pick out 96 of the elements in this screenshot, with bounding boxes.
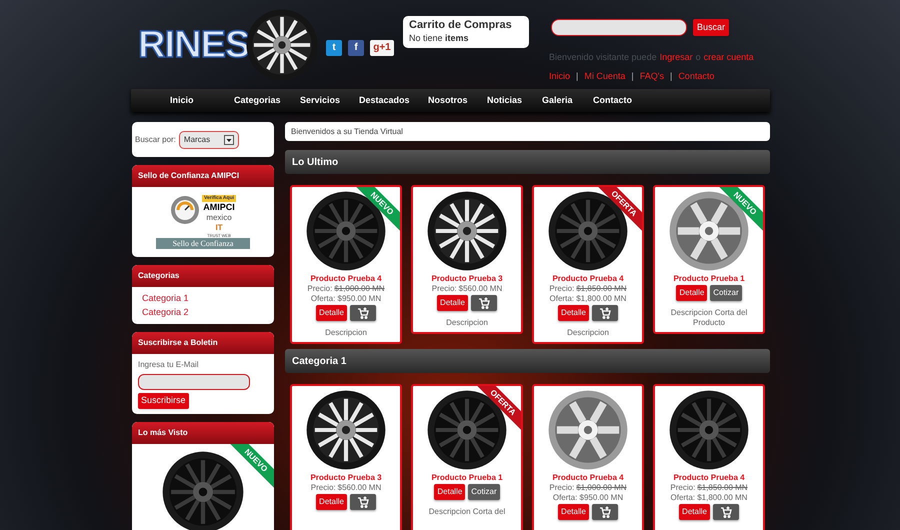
gauge-icon (170, 195, 200, 225)
email-field[interactable] (138, 374, 250, 390)
product-description: Descripcion (566, 328, 610, 338)
detail-button[interactable]: Detalle (434, 484, 466, 500)
add-to-cart-button[interactable] (592, 305, 618, 321)
seal-brand-text: AMIPCI (203, 202, 235, 213)
price-label: Precio: (549, 483, 574, 493)
nav-link[interactable]: Galeria (542, 94, 593, 108)
product-name[interactable]: Producto Prueba 1 (673, 274, 745, 284)
seal-mexico-text: mexico (206, 213, 232, 223)
detail-button[interactable]: Detalle (316, 494, 347, 510)
link-separator: | (576, 70, 578, 83)
detail-button[interactable]: Detalle (316, 305, 347, 321)
product-name[interactable]: Producto Prueba 4 (552, 473, 624, 483)
welcome-text: Bienvenido visitante puede (549, 51, 657, 64)
gplus-button[interactable]: g+1 (370, 40, 394, 56)
nav-link[interactable]: Contacto (593, 94, 653, 108)
offer-price: Oferta: $950.00 MN (310, 294, 382, 304)
detail-button[interactable]: Detalle (679, 504, 710, 520)
price-value: $1,000.00 MN (334, 284, 385, 294)
welcome-message: Bienvenidos a su Tienda Virtual (291, 126, 403, 138)
nav-link[interactable]: Nosotros (428, 94, 487, 108)
cart-icon (478, 297, 490, 309)
seal-label: Sello de Confianza (156, 238, 250, 249)
offer-price: Oferta: $1,800.00 MN (670, 493, 748, 503)
section-title: Lo Ultimo (285, 150, 770, 174)
product-name[interactable]: Producto Prueba 4 (552, 274, 624, 284)
price-value: $1,850.00 MN (697, 483, 748, 493)
offer-price: Oferta: $950.00 MN (552, 493, 624, 503)
top-link[interactable]: Inicio (549, 70, 570, 84)
top-link[interactable]: FAQ's (640, 70, 664, 84)
cart-icon (720, 506, 732, 518)
panel-title: Lo más Visto (132, 422, 274, 444)
product-name[interactable]: Producto Prueba 4 (673, 473, 745, 483)
nav-link[interactable]: Inicio (170, 94, 234, 108)
add-to-cart-button[interactable] (350, 305, 376, 321)
quote-button[interactable]: Cotizar (468, 484, 500, 500)
product-name[interactable]: Producto Prueba 4 (310, 274, 382, 284)
search-field[interactable] (551, 19, 687, 36)
link-separator: | (670, 70, 672, 83)
product-name[interactable]: Producto Prueba 3 (431, 274, 503, 284)
price-label: Precio: (432, 284, 457, 294)
panel-title: Suscribirse a Boletin (132, 332, 274, 354)
top-link[interactable]: Mi Cuenta (584, 70, 626, 84)
panel-title: Sello de Confianza AMIPCI (132, 165, 274, 187)
detail-button[interactable]: Detalle (676, 285, 708, 301)
nav-link[interactable]: Servicios (300, 94, 359, 108)
product-description: Descripcion (445, 318, 489, 328)
price-value: $560.00 MN (338, 483, 382, 493)
cart-title: Carrito de Compras (409, 19, 513, 32)
price-value: $1,000.00 MN (576, 483, 627, 493)
seal-it-text: IT (215, 223, 223, 233)
add-to-cart-button[interactable] (470, 295, 497, 311)
add-to-cart-button[interactable] (350, 494, 376, 510)
price-label: Precio: (670, 483, 696, 493)
detail-button[interactable]: Detalle (558, 504, 589, 520)
detail-button[interactable]: Detalle (558, 305, 589, 321)
subscribe-button[interactable]: Suscribirse (138, 393, 189, 409)
search-button[interactable]: Buscar (693, 19, 730, 36)
email-label: Ingresa tu E-Mail (138, 359, 198, 371)
price-label: Precio: (549, 284, 574, 294)
product-description: Descripcion Corta del Producto (670, 308, 748, 328)
add-to-cart-button[interactable] (592, 504, 618, 520)
category-link[interactable]: Categoria 2 (142, 307, 264, 318)
cart-icon (598, 307, 611, 319)
price-value: $560.00 MN (458, 284, 502, 294)
register-link[interactable]: crear cuenta (704, 51, 754, 64)
brand-select[interactable]: Marcas (178, 130, 239, 148)
section-title: Categoria 1 (285, 349, 770, 373)
search-by-label: Buscar por: (135, 134, 176, 146)
login-link[interactable]: Ingresar (660, 51, 693, 64)
cart-status: No tiene items (409, 32, 470, 44)
cart-icon (598, 506, 611, 518)
cart-icon (356, 496, 369, 508)
quote-button[interactable]: Cotizar (710, 285, 742, 301)
offer-price: Oferta: $1,800.00 MN (550, 294, 626, 304)
detail-button[interactable]: Detalle (437, 295, 468, 311)
price-label: Precio: (310, 483, 336, 493)
twitter-button[interactable]: t (326, 40, 342, 56)
panel-title: Categorias (132, 265, 274, 287)
top-link[interactable]: Contacto (678, 70, 714, 84)
product-description: Descripcion (324, 328, 368, 338)
logo-text: RINES (138, 26, 250, 64)
product-description: Descripcion Corta del (428, 507, 506, 517)
price-value: $1,850.00 MN (576, 284, 627, 294)
nav-link[interactable]: Noticias (487, 94, 542, 108)
nav-link[interactable]: Categorias (234, 94, 300, 108)
nav-link[interactable]: Destacados (359, 94, 428, 108)
cart-icon (356, 307, 369, 319)
price-label: Precio: (307, 284, 332, 294)
facebook-button[interactable]: f (348, 40, 364, 56)
product-name[interactable]: Producto Prueba 3 (310, 473, 382, 483)
category-link[interactable]: Categoria 1 (142, 293, 264, 304)
add-to-cart-button[interactable] (712, 504, 739, 520)
link-separator: | (631, 70, 634, 83)
product-name[interactable]: Producto Prueba 1 (431, 473, 503, 483)
